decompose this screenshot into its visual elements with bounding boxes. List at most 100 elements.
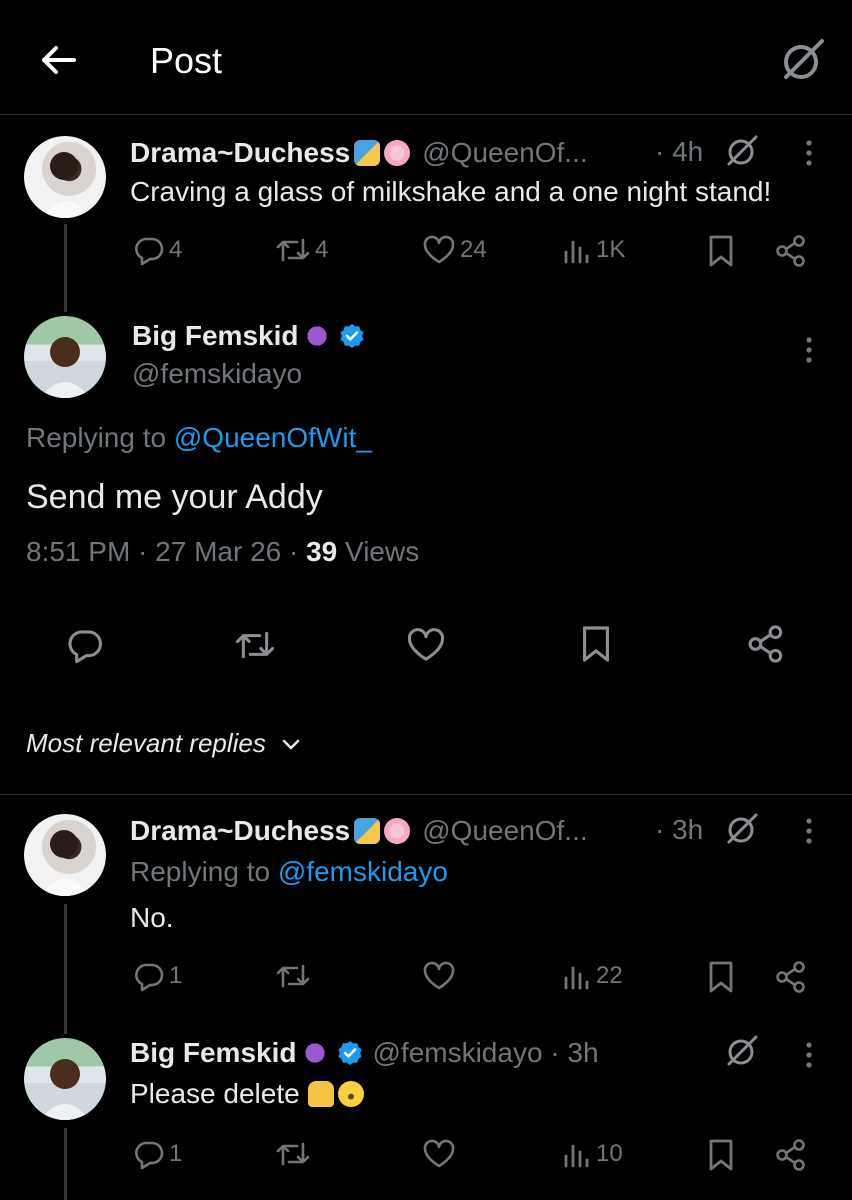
reply-count: 1 [169,1140,183,1167]
handle[interactable]: @femskidayo [132,358,302,390]
reply-icon [133,960,165,992]
bookmark-icon[interactable] [580,624,612,664]
timestamp[interactable]: · 3h [655,814,703,846]
repost-icon[interactable] [275,1138,311,1170]
heart-icon[interactable] [422,1138,456,1170]
views-icon [562,234,592,266]
timestamp[interactable]: · 4h [655,136,703,168]
grok-icon[interactable] [778,36,826,84]
reply-button[interactable]: 4 [133,234,182,266]
thread-line [64,1128,67,1200]
more-options-icon[interactable] [804,335,814,365]
thread-line [64,224,67,312]
grok-icon[interactable] [724,1033,760,1069]
display-name[interactable]: Big Femskid [132,320,298,352]
praying-hands-emoji [307,1081,334,1107]
replying-to-link[interactable]: @femskidayo [278,856,448,888]
avatar[interactable] [24,316,106,398]
handle[interactable]: @QueenOf... [422,137,587,169]
views-button[interactable]: 10 [562,1138,623,1170]
verified-badge-icon [336,1039,364,1067]
thread-line [64,904,67,1034]
reply-icon [133,1138,165,1170]
reply-icon [133,234,165,266]
display-name[interactable]: Big Femskid [130,1037,296,1069]
main-author[interactable]: Big Femskid [132,320,366,352]
display-name[interactable]: Drama~Duchess [130,815,350,847]
theater-masks-emoji [354,818,381,844]
reply-count: 1 [169,962,183,989]
views-button[interactable]: 1K [562,234,625,266]
grok-icon[interactable] [724,811,760,847]
share-icon[interactable] [774,1138,808,1172]
repost-icon[interactable] [275,960,311,992]
repost-button[interactable]: 4 [275,234,328,266]
share-icon[interactable] [774,234,808,268]
chevron-down-icon [280,733,302,755]
bookmark-icon[interactable] [707,1138,735,1172]
view-count: 1K [596,236,626,263]
parent-header: Drama~Duchess @QueenOf... [130,136,588,170]
avatar[interactable] [24,136,106,218]
handle[interactable]: @femskidayo · 3h [372,1037,598,1069]
reply-count: 4 [169,236,183,263]
reply-icon[interactable] [66,626,104,664]
views-icon [562,960,592,992]
like-button[interactable]: 24 [422,234,487,266]
heart-icon[interactable] [406,626,446,664]
replies-sort-toggle[interactable]: Most relevant replies [26,728,302,759]
replying-to-link[interactable]: @QueenOfWit_ [174,422,372,454]
display-name[interactable]: Drama~Duchess [130,137,350,169]
handle[interactable]: @QueenOf... [422,815,587,847]
bookmark-icon[interactable] [707,960,735,994]
cherry-blossom-emoji [384,140,411,166]
verified-badge-icon [338,322,366,350]
view-count: 39 [306,536,338,567]
views-icon [562,1138,592,1170]
share-icon[interactable] [746,624,786,664]
avatar[interactable] [24,1038,106,1120]
repost-icon [275,234,311,266]
header-divider [0,114,852,115]
heart-icon [422,234,456,266]
tweet-meta: 8:51 PM · 27 Mar 26 · 39 Views [26,536,419,568]
reply-button[interactable]: 1 [133,1138,182,1170]
more-options-icon[interactable] [804,138,814,168]
more-options-icon[interactable] [804,816,814,846]
repost-icon[interactable] [234,626,276,664]
view-count: 22 [596,962,623,989]
tweet-date: 8:51 PM · 27 Mar 26 · [26,536,307,567]
tweet-text-row: Please delete [130,1078,364,1110]
page-title: Post [150,40,223,81]
repost-count: 4 [315,236,329,263]
replying-to: Replying to @QueenOfWit_ [26,422,372,454]
reply-button[interactable]: 1 [133,960,182,992]
tweet-text: Send me your Addy [26,478,323,516]
bookmark-icon[interactable] [707,234,735,268]
heart-icon[interactable] [422,960,456,992]
avatar[interactable] [24,814,106,896]
splat-emoji [302,321,333,351]
like-count: 24 [460,236,487,263]
replying-to-label: Replying to [26,422,174,453]
grok-icon[interactable] [724,133,760,169]
replying-to: Replying to @femskidayo [130,856,448,888]
share-icon[interactable] [774,960,808,994]
back-arrow-icon[interactable] [38,40,78,80]
reply-header: Big Femskid @femskidayo · 3h [130,1036,599,1070]
views-label: Views [337,536,420,567]
tweet-text: Craving a glass of milkshake and a one n… [130,176,772,207]
tweet-text: No. [130,902,174,933]
cherry-blossom-emoji [384,818,411,844]
more-options-icon[interactable] [804,1040,814,1070]
theater-masks-emoji [354,140,381,166]
splat-emoji [300,1038,331,1068]
tweet-text: Please delete [130,1078,300,1109]
sort-divider [0,794,852,795]
view-count: 10 [596,1140,623,1167]
reply-header: Drama~Duchess @QueenOf... [130,814,588,848]
views-button[interactable]: 22 [562,960,623,992]
crying-face-emoji [337,1081,364,1107]
sort-label: Most relevant replies [26,728,266,758]
replying-to-label: Replying to [130,856,278,887]
